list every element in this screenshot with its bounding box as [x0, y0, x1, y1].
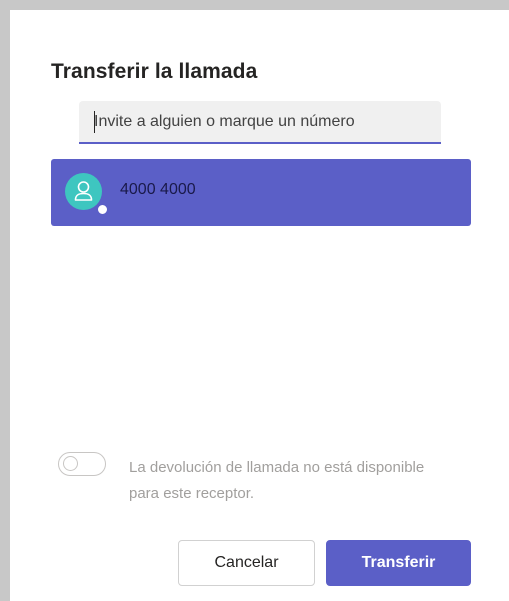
dialog-title: Transferir la llamada: [51, 60, 258, 83]
callback-toggle-label: La devolución de llamada no está disponi…: [129, 459, 425, 502]
callback-toggle[interactable]: [58, 452, 106, 476]
result-item[interactable]: 4000 4000: [51, 159, 471, 226]
transfer-button[interactable]: Transferir: [326, 540, 471, 586]
toggle-knob: [63, 456, 78, 471]
result-label: 4000 4000: [120, 181, 196, 198]
search-input[interactable]: [79, 101, 441, 142]
transfer-call-dialog: [0, 0, 509, 601]
text-caret: [94, 111, 95, 133]
cancel-button[interactable]: Cancelar: [178, 540, 315, 586]
search-field[interactable]: [79, 101, 441, 144]
presence-dot-icon: [96, 203, 109, 216]
